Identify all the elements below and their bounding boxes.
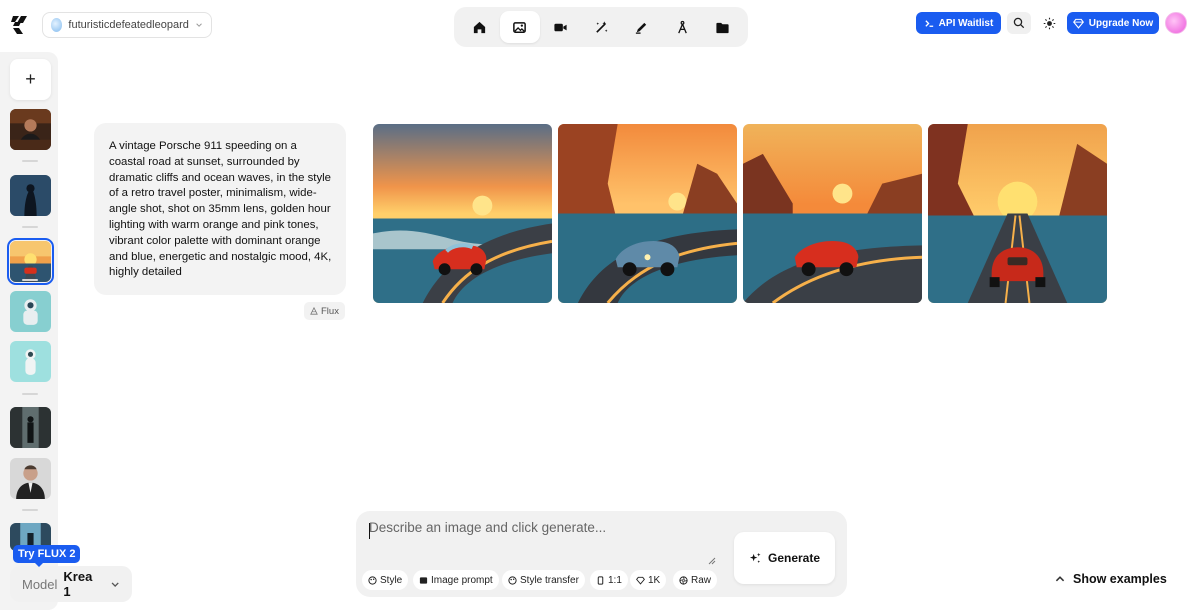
generated-image-3[interactable] — [743, 124, 922, 303]
generated-image-4[interactable] — [928, 124, 1107, 303]
resize-handle-icon[interactable] — [708, 557, 716, 565]
history-divider — [22, 279, 38, 281]
style-transfer-chip[interactable]: Style transfer — [502, 570, 585, 590]
model-tag-label: Flux — [321, 305, 339, 317]
search-button[interactable] — [1007, 12, 1031, 34]
image-prompt-chip-label: Image prompt — [431, 574, 493, 586]
chevron-up-icon — [1055, 576, 1065, 582]
aperture-icon — [679, 575, 688, 585]
api-waitlist-button[interactable]: API Waitlist — [916, 12, 1001, 34]
api-waitlist-label: API Waitlist — [938, 17, 994, 29]
history-divider — [22, 160, 38, 162]
model-label: Model — [22, 576, 58, 592]
show-examples-button[interactable]: Show examples — [1054, 570, 1167, 588]
prompt-text: A vintage Porsche 911 speeding on a coas… — [109, 140, 332, 279]
resolution-chip-label: 1K — [648, 574, 661, 586]
raw-chip[interactable]: Raw — [673, 570, 718, 590]
workspace-name: futuristicdefeatedleopard — [68, 19, 189, 31]
style-transfer-chip-label: Style transfer — [520, 574, 579, 586]
model-value: Krea 1 — [63, 569, 93, 599]
flux-icon — [310, 307, 318, 315]
image-prompt-chip[interactable]: Image prompt — [413, 570, 499, 590]
aspect-ratio-chip[interactable]: 1:1 — [590, 570, 628, 590]
history-thumb-man-portrait[interactable] — [10, 458, 51, 499]
top-nav — [454, 7, 748, 47]
history-thumb-cave-figure[interactable] — [10, 407, 51, 448]
history-divider — [22, 509, 38, 511]
sun-icon — [1043, 17, 1055, 29]
history-thumb-astronaut-water[interactable] — [10, 341, 51, 382]
model-tag: Flux — [304, 302, 345, 320]
nav-assets[interactable] — [702, 11, 743, 43]
terminal-icon — [925, 19, 933, 27]
nav-image[interactable] — [499, 11, 541, 43]
nav-home[interactable] — [459, 11, 500, 43]
generated-image-2[interactable] — [558, 124, 737, 303]
history-thumb-man-desk[interactable] — [10, 109, 51, 150]
home-icon — [473, 21, 485, 33]
style-chip-label: Style — [380, 574, 403, 586]
history-thumb-hooded[interactable] — [10, 175, 51, 216]
palette-icon — [508, 575, 517, 585]
style-chip[interactable]: Style — [362, 570, 409, 590]
theme-toggle[interactable] — [1037, 12, 1061, 34]
palette-icon — [368, 575, 377, 585]
history-thumb-sunset-car[interactable] — [7, 238, 54, 285]
upgrade-label: Upgrade Now — [1088, 17, 1154, 29]
try-flux-badge[interactable]: Try FLUX 2 — [13, 545, 81, 567]
generated-image-1[interactable] — [373, 124, 552, 303]
nav-enhance[interactable] — [581, 11, 622, 43]
edit-icon — [635, 22, 647, 34]
diamond-icon — [1072, 18, 1084, 29]
nav-video[interactable] — [540, 11, 581, 43]
video-icon — [554, 23, 567, 31]
workspace-avatar — [51, 18, 63, 32]
user-avatar[interactable] — [1165, 12, 1187, 34]
image-icon — [513, 21, 527, 33]
chevron-down-icon — [111, 581, 119, 587]
text-caret — [369, 523, 370, 539]
history-divider — [22, 393, 38, 395]
krea-logo[interactable] — [11, 14, 31, 34]
prompt-card[interactable]: A vintage Porsche 911 speeding on a coas… — [94, 123, 346, 295]
workspace-switcher[interactable]: futuristicdefeatedleopard — [42, 12, 212, 38]
nav-edit[interactable] — [621, 11, 662, 43]
new-generation-button[interactable]: + — [10, 59, 51, 100]
nav-train[interactable] — [662, 11, 703, 43]
folder-icon — [716, 22, 729, 33]
model-selector[interactable]: Model Krea 1 — [10, 566, 132, 602]
history-divider — [22, 226, 38, 228]
aspect-ratio-chip-label: 1:1 — [608, 574, 622, 586]
resolution-chip[interactable]: 1K — [630, 570, 667, 590]
image-icon — [419, 576, 428, 584]
generate-button[interactable]: Generate — [734, 532, 835, 584]
enhance-icon — [595, 20, 608, 33]
raw-chip-label: Raw — [691, 574, 712, 586]
search-icon — [1013, 17, 1025, 29]
train-icon — [677, 20, 687, 33]
prompt-input[interactable] — [369, 520, 721, 568]
show-examples-label: Show examples — [1073, 572, 1167, 586]
diamond-icon — [636, 576, 645, 585]
history-thumb-astronaut[interactable] — [10, 291, 51, 332]
upgrade-button[interactable]: Upgrade Now — [1067, 12, 1159, 34]
chevron-down-icon — [196, 23, 202, 27]
phone-icon — [597, 575, 604, 585]
sparkle-icon — [749, 552, 761, 563]
generate-label: Generate — [767, 551, 821, 565]
